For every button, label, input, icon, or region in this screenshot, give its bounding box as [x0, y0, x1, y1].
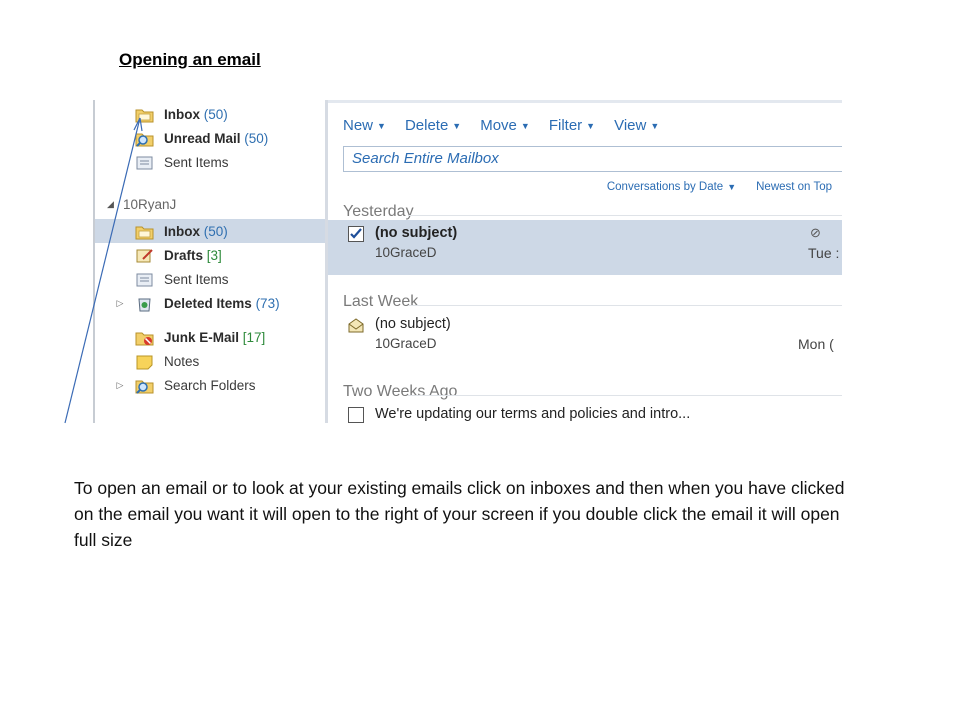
folder-label: Inbox: [164, 106, 200, 122]
expand-triangle-icon[interactable]: ▷: [115, 380, 125, 391]
message-sender: 10GraceD: [375, 336, 437, 351]
message-subject: We're updating our terms and policies an…: [375, 406, 691, 422]
message-subject: (no subject): [375, 316, 451, 332]
account-name[interactable]: 10RyanJ: [123, 197, 176, 212]
unread-count: (73): [255, 295, 280, 311]
view-label: View: [614, 117, 647, 134]
slide-title: Opening an email: [119, 50, 261, 69]
instruction-text: To open an email or to look at your exis…: [74, 478, 845, 550]
filter-label: Filter: [548, 117, 583, 134]
group-divider: [408, 215, 842, 216]
folder-label: Notes: [164, 353, 200, 369]
draft-count: [3]: [206, 247, 222, 263]
favorite-inbox[interactable]: Inbox (50): [95, 102, 325, 126]
chevron-down-icon: ▼: [727, 181, 737, 192]
new-button[interactable]: New ▼: [343, 117, 386, 134]
collapse-triangle-icon[interactable]: ◢: [107, 199, 114, 210]
folder-label: Deleted Items: [164, 295, 252, 311]
unread-count: [17]: [242, 329, 266, 345]
folder-inbox[interactable]: Inbox (50): [95, 219, 325, 243]
chevron-down-icon: ▼: [586, 121, 596, 132]
group-header-last-week: Last Week: [343, 293, 419, 310]
folder-sent-items[interactable]: Sent Items: [95, 267, 325, 291]
folder-drafts[interactable]: Drafts [3]: [95, 243, 325, 267]
folder-label: Drafts: [164, 247, 204, 263]
paperclip-icon: ⊘: [810, 225, 821, 240]
unread-count: (50): [203, 106, 228, 122]
group-divider: [408, 305, 842, 306]
drafts-icon: [136, 248, 153, 262]
favorite-sent-items[interactable]: Sent Items: [95, 150, 325, 174]
group-header-two-weeks-ago: Two Weeks Ago: [343, 383, 458, 400]
junk-mail-icon: [135, 332, 154, 345]
filter-button[interactable]: Filter ▼: [549, 117, 595, 134]
sent-items-icon: [136, 156, 153, 169]
folder-label: Sent Items: [164, 154, 229, 170]
folder-label: Sent Items: [164, 271, 229, 287]
move-label: Move: [480, 117, 517, 134]
outlook-screenshot: Inbox (50) Unread Mail (50) Sent Items ◢…: [93, 100, 842, 423]
folder-search-folders[interactable]: ▷ Search Folders: [95, 373, 325, 397]
message-subject: (no subject): [375, 225, 458, 241]
notes-icon: [136, 355, 153, 369]
sort-bar: Conversations by Date ▼ Newest on Top: [607, 181, 832, 193]
folder-label: Inbox: [164, 223, 200, 239]
message-date: Tue :: [808, 245, 840, 261]
message-date: Mon (: [798, 336, 834, 352]
chevron-down-icon: ▼: [520, 121, 530, 132]
folder-label: Junk E-Mail: [164, 329, 240, 345]
chevron-down-icon: ▼: [377, 121, 386, 132]
delete-button[interactable]: Delete ▼: [405, 117, 461, 134]
delete-label: Delete: [404, 117, 449, 134]
message-sender: 10GraceD: [375, 245, 437, 260]
deleted-items-icon: [138, 298, 151, 311]
open-envelope-icon: [348, 318, 364, 333]
folder-label: Search Folders: [164, 377, 256, 393]
unread-count: (50): [203, 223, 228, 239]
search-folder-icon: [135, 133, 154, 147]
unread-count: (50): [244, 130, 269, 146]
group-header-yesterday: Yesterday: [343, 203, 414, 220]
favorite-unread-mail[interactable]: Unread Mail (50): [95, 126, 325, 150]
view-button[interactable]: View ▼: [614, 117, 659, 134]
sort-by-dropdown[interactable]: Conversations by Date ▼: [607, 181, 736, 193]
folder-deleted-items[interactable]: ▷ Deleted Items (73): [95, 291, 325, 315]
message-row[interactable]: (no subject) 10GraceD Mon (: [328, 311, 842, 366]
checkbox-checked-icon[interactable]: [348, 226, 364, 242]
message-row[interactable]: (no subject) 10GraceD ⊘ Tue :: [328, 220, 842, 275]
folder-junk-email[interactable]: Junk E-Mail [17]: [95, 325, 325, 349]
sort-order-button[interactable]: Newest on Top: [756, 181, 832, 193]
inbox-folder-icon: [135, 226, 154, 239]
chevron-down-icon: ▼: [650, 121, 660, 132]
checkbox-icon[interactable]: [348, 407, 364, 423]
chevron-down-icon: ▼: [452, 121, 462, 132]
new-label: New: [343, 117, 374, 134]
message-list-pane: New ▼ Delete ▼ Move ▼ Filter ▼ View ▼ Search …: [328, 100, 842, 423]
group-divider: [408, 395, 842, 396]
search-folder-icon: [135, 380, 154, 394]
sent-items-icon: [136, 273, 153, 286]
search-input[interactable]: Search Entire Mailbox: [343, 146, 842, 172]
message-row[interactable]: We're updating our terms and policies an…: [328, 401, 842, 423]
inbox-folder-icon: [135, 109, 154, 122]
move-button[interactable]: Move ▼: [480, 117, 530, 134]
folder-pane: Inbox (50) Unread Mail (50) Sent Items ◢…: [95, 100, 325, 423]
expand-triangle-icon[interactable]: ▷: [115, 298, 125, 309]
folder-label: Unread Mail: [164, 130, 241, 146]
toolbar: New ▼ Delete ▼ Move ▼ Filter ▼ View ▼: [343, 117, 659, 134]
folder-notes[interactable]: Notes: [95, 349, 325, 373]
sort-by-label: Conversations by Date: [606, 181, 724, 193]
